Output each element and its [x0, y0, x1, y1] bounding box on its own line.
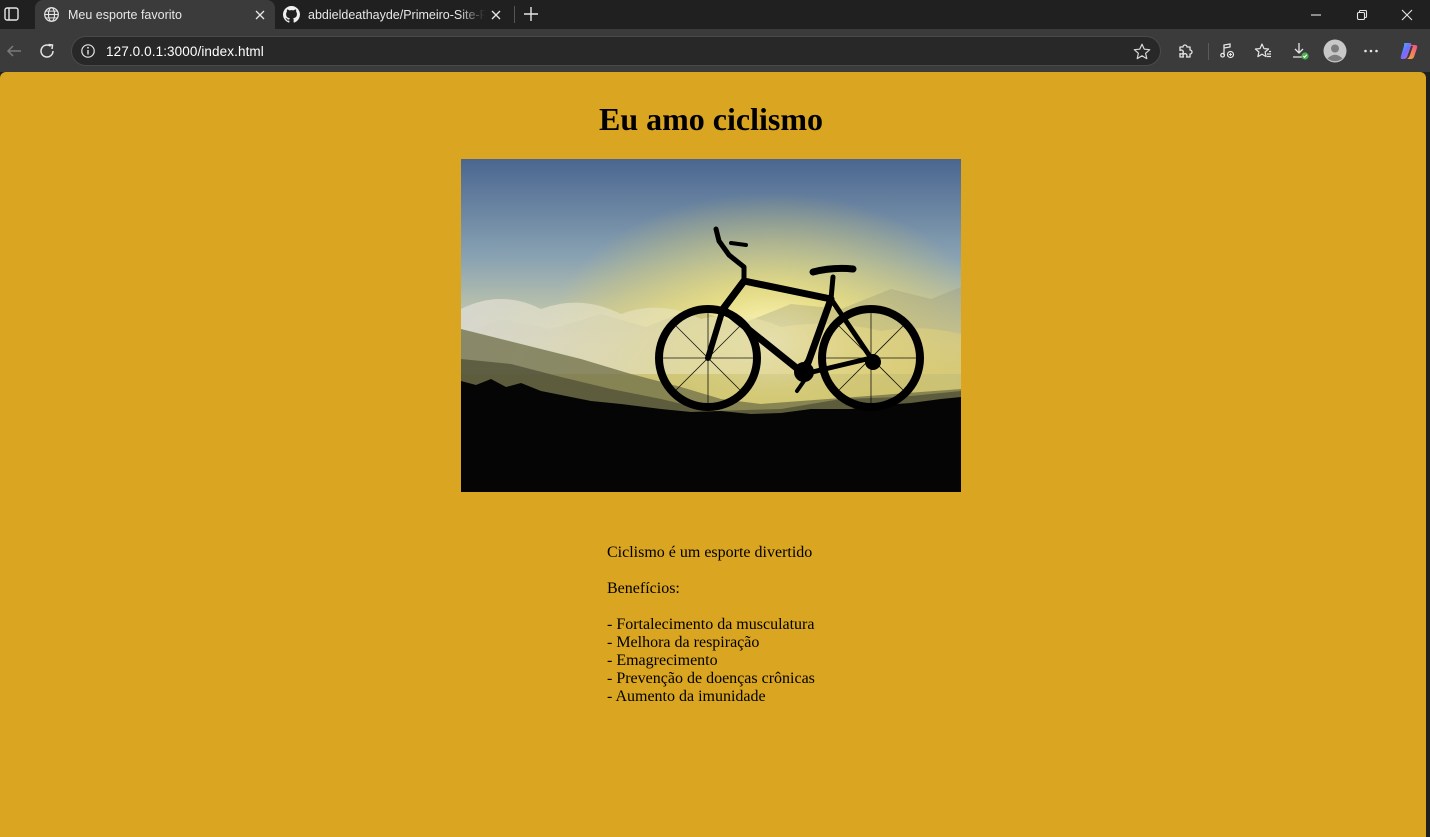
tab-strip: Meu esporte favorito abdieldeathayde/Pri… [0, 0, 1430, 29]
reload-icon[interactable] [33, 37, 61, 65]
address-bar[interactable]: 127.0.0.1:3000/index.html [71, 36, 1161, 66]
benefits-list: - Fortalecimento da musculatura - Melhor… [607, 616, 815, 706]
list-item: - Fortalecimento da musculatura [607, 616, 815, 633]
close-tab-icon[interactable] [485, 4, 507, 26]
address-url[interactable]: 127.0.0.1:3000/index.html [106, 44, 264, 59]
tab-github-repo[interactable]: abdieldeathayde/Primeiro-Site-Re [275, 0, 511, 29]
list-item: - Emagrecimento [607, 652, 718, 669]
copilot-icon[interactable] [1395, 37, 1423, 65]
benefits-heading: Benefícios: [607, 580, 680, 597]
page-content: Ciclismo é um esporte divertido Benefíci… [607, 544, 815, 706]
downloads-icon[interactable] [1286, 37, 1314, 65]
read-aloud-music-icon[interactable] [1213, 37, 1241, 65]
favorite-star-icon[interactable] [1132, 42, 1152, 62]
tab-title: abdieldeathayde/Primeiro-Site-Re [308, 7, 485, 22]
close-tab-icon[interactable] [249, 4, 271, 26]
profile-avatar-icon[interactable] [1321, 37, 1349, 65]
tab-title: Meu esporte favorito [68, 7, 182, 22]
tab-actions-menu-icon[interactable] [3, 5, 21, 23]
page-title: Eu amo ciclismo [599, 101, 823, 137]
list-item: - Aumento da imunidade [607, 688, 766, 705]
page-viewport: Eu amo ciclismo Ciclismo é um esporte di… [0, 72, 1426, 837]
site-info-icon[interactable] [80, 43, 96, 59]
list-item: - Prevenção de doenças crônicas [607, 670, 815, 687]
globe-icon [42, 6, 60, 24]
toolbar-divider [1208, 43, 1209, 60]
cycling-hero-image [461, 159, 961, 492]
back-arrow-icon[interactable] [0, 37, 28, 65]
new-tab-plus-icon[interactable] [520, 3, 542, 25]
extensions-puzzle-icon[interactable] [1172, 37, 1200, 65]
intro-text: Ciclismo é um esporte divertido [607, 544, 813, 561]
list-item: - Melhora da respiração [607, 634, 760, 651]
favorites-collection-icon[interactable] [1249, 37, 1277, 65]
restore-window-icon[interactable] [1339, 0, 1385, 29]
minimize-window-icon[interactable] [1293, 0, 1339, 29]
tab-meu-esporte[interactable]: Meu esporte favorito [35, 0, 275, 29]
github-icon [282, 6, 300, 24]
browser-toolbar: 127.0.0.1:3000/index.html [0, 29, 1430, 72]
close-window-icon[interactable] [1384, 0, 1430, 29]
more-options-icon[interactable] [1357, 37, 1385, 65]
tab-separator [514, 6, 515, 23]
